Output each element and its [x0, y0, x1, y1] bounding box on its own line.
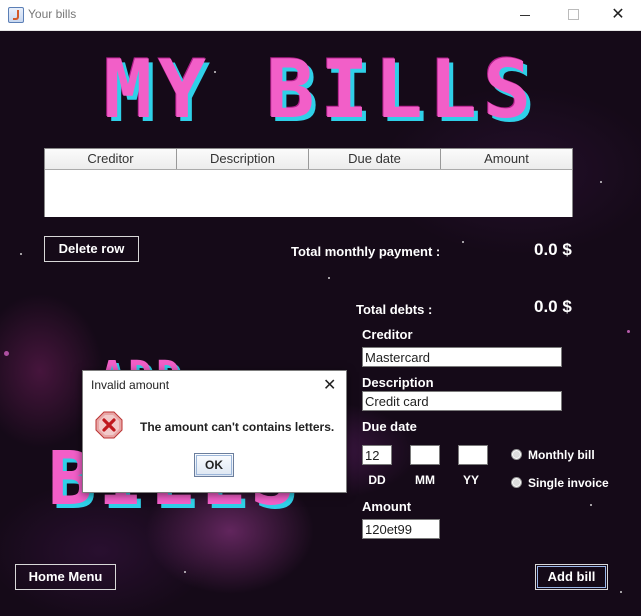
- window-title-bar[interactable]: Your bills ✕: [0, 0, 641, 31]
- window-title: Your bills: [28, 7, 77, 21]
- total-monthly-payment-label: Total monthly payment :: [291, 244, 441, 259]
- single-invoice-radio[interactable]: [511, 477, 522, 488]
- amount-input[interactable]: 120et99: [362, 519, 440, 539]
- single-invoice-label[interactable]: Single invoice: [528, 476, 609, 490]
- description-input[interactable]: Credit card: [362, 391, 562, 411]
- amount-label: Amount: [362, 499, 412, 514]
- column-header-description[interactable]: Description: [177, 149, 309, 169]
- invalid-amount-dialog: Invalid amount ✕ The amount can't contai…: [82, 370, 347, 493]
- table-body[interactable]: [45, 170, 572, 217]
- due-month-input[interactable]: [410, 445, 440, 465]
- creditor-input[interactable]: Mastercard: [362, 347, 562, 367]
- app-window: Your bills ✕ MY BILLS ADD BILLS Creditor…: [0, 0, 641, 616]
- column-header-creditor[interactable]: Creditor: [45, 149, 177, 169]
- star: [620, 591, 622, 593]
- star: [328, 277, 330, 279]
- month-format-label: MM: [415, 473, 435, 487]
- maximize-button[interactable]: [550, 0, 596, 30]
- star: [590, 504, 592, 506]
- monthly-bill-radio[interactable]: [511, 449, 522, 460]
- dialog-title: Invalid amount: [91, 378, 170, 392]
- close-window-button[interactable]: ✕: [595, 0, 641, 30]
- creditor-label: Creditor: [362, 327, 413, 342]
- star: [4, 351, 9, 356]
- column-header-due-date[interactable]: Due date: [309, 149, 441, 169]
- page-title: MY BILLS: [103, 43, 538, 136]
- star: [20, 253, 22, 255]
- add-bill-button[interactable]: Add bill: [535, 564, 608, 590]
- total-monthly-payment-value: 0.0 $: [534, 240, 572, 259]
- year-format-label: YY: [462, 473, 479, 487]
- total-debts-value: 0.0 $: [534, 297, 572, 316]
- java-app-icon: [8, 7, 24, 23]
- due-year-input[interactable]: [458, 445, 488, 465]
- description-label: Description: [362, 375, 434, 390]
- star: [600, 181, 602, 183]
- monthly-bill-label[interactable]: Monthly bill: [528, 448, 595, 462]
- dialog-close-button[interactable]: ✕: [323, 375, 336, 394]
- bills-panel: MY BILLS ADD BILLS Creditor Description …: [0, 31, 641, 616]
- table-header: Creditor Description Due date Amount: [45, 149, 572, 170]
- minimize-button[interactable]: [502, 0, 548, 30]
- dialog-message: The amount can't contains letters.: [140, 420, 335, 434]
- bills-table[interactable]: Creditor Description Due date Amount: [44, 148, 573, 217]
- delete-row-button[interactable]: Delete row: [44, 236, 139, 262]
- error-icon: [95, 411, 123, 439]
- day-format-label: DD: [368, 473, 386, 487]
- ok-button[interactable]: OK: [194, 453, 234, 477]
- column-header-amount[interactable]: Amount: [441, 149, 572, 169]
- star: [627, 330, 630, 333]
- home-menu-button[interactable]: Home Menu: [15, 564, 116, 590]
- star: [184, 571, 186, 573]
- star: [462, 241, 464, 243]
- due-day-input[interactable]: 12: [362, 445, 392, 465]
- due-date-label: Due date: [362, 419, 417, 434]
- total-debts-label: Total debts :: [356, 302, 433, 317]
